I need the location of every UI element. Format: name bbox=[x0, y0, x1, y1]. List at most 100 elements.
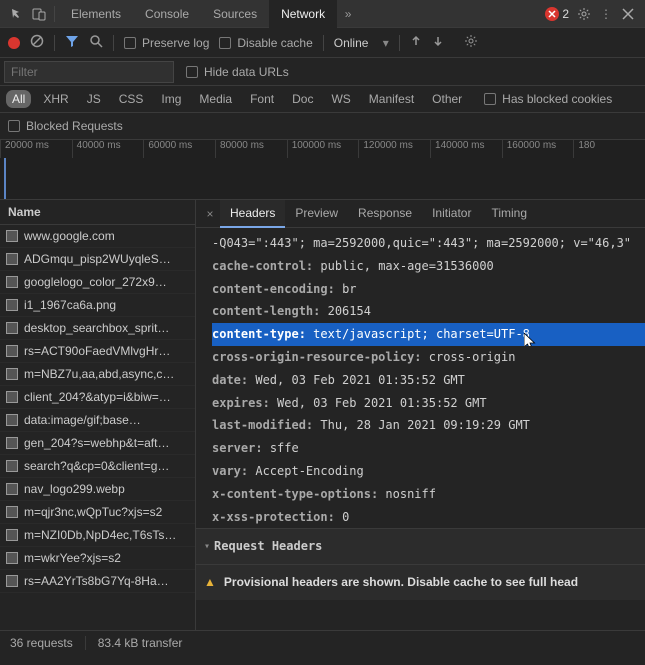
timeline-tick: 80000 ms bbox=[215, 140, 287, 158]
type-pill-css[interactable]: CSS bbox=[113, 90, 150, 108]
timeline-tick: 140000 ms bbox=[430, 140, 502, 158]
detail-tabs: × HeadersPreviewResponseInitiatorTiming bbox=[196, 200, 645, 228]
request-list: Name www.google.comADGmqu_pisp2WUyqleS…g… bbox=[0, 200, 196, 630]
request-item[interactable]: desktop_searchbox_sprit… bbox=[0, 317, 195, 340]
request-item[interactable]: data:image/gif;base… bbox=[0, 409, 195, 432]
timeline-tick: 20000 ms bbox=[0, 140, 72, 158]
chevron-down-icon: ▾ bbox=[383, 36, 389, 50]
request-item[interactable]: gen_204?s=webhp&t=aft… bbox=[0, 432, 195, 455]
timeline-tick: 180 bbox=[573, 140, 645, 158]
warning-icon: ▲ bbox=[204, 571, 216, 594]
response-header-row[interactable]: server: sffe bbox=[212, 437, 645, 460]
type-pill-other[interactable]: Other bbox=[426, 90, 468, 108]
response-header-row[interactable]: x-content-type-options: nosniff bbox=[212, 483, 645, 506]
devtools-tab-elements[interactable]: Elements bbox=[59, 0, 133, 28]
preserve-log-checkbox[interactable]: Preserve log bbox=[124, 36, 209, 50]
request-item[interactable]: www.google.com bbox=[0, 225, 195, 248]
kebab-menu-icon[interactable]: ⋮ bbox=[595, 3, 617, 25]
type-pill-font[interactable]: Font bbox=[244, 90, 280, 108]
file-icon bbox=[6, 368, 18, 380]
type-pill-xhr[interactable]: XHR bbox=[37, 90, 74, 108]
type-pill-js[interactable]: JS bbox=[81, 90, 107, 108]
download-har-icon[interactable] bbox=[432, 35, 444, 50]
file-icon bbox=[6, 299, 18, 311]
timeline-tick: 160000 ms bbox=[502, 140, 574, 158]
device-toggle-icon[interactable] bbox=[28, 3, 50, 25]
request-item[interactable]: rs=ACT90oFaedVMlvgHr… bbox=[0, 340, 195, 363]
devtools-tab-network[interactable]: Network bbox=[269, 0, 337, 28]
response-header-row[interactable]: content-type: text/javascript; charset=U… bbox=[212, 323, 645, 346]
disable-cache-checkbox[interactable]: Disable cache bbox=[219, 36, 312, 50]
record-button[interactable] bbox=[8, 37, 20, 49]
header-fragment: -Q043=":443"; ma=2592000,quic=":443"; ma… bbox=[212, 232, 645, 255]
file-icon bbox=[6, 345, 18, 357]
type-pill-ws[interactable]: WS bbox=[325, 90, 356, 108]
type-pill-doc[interactable]: Doc bbox=[286, 90, 319, 108]
error-count-badge[interactable]: 2 bbox=[541, 5, 573, 23]
column-header-name[interactable]: Name bbox=[0, 200, 195, 225]
detail-tab-timing[interactable]: Timing bbox=[481, 200, 537, 228]
devtools-tab-console[interactable]: Console bbox=[133, 0, 201, 28]
timeline-overview[interactable]: 20000 ms40000 ms60000 ms80000 ms100000 m… bbox=[0, 140, 645, 200]
request-item[interactable]: m=NZI0Db,NpD4ec,T6sTs… bbox=[0, 524, 195, 547]
settings-gear-icon[interactable] bbox=[573, 3, 595, 25]
timeline-tick: 100000 ms bbox=[287, 140, 359, 158]
request-headers-section[interactable]: ▾ Request Headers bbox=[196, 528, 645, 564]
request-item[interactable]: nav_logo299.webp bbox=[0, 478, 195, 501]
filter-icon[interactable] bbox=[65, 34, 79, 51]
has-blocked-cookies-checkbox[interactable]: Has blocked cookies bbox=[484, 92, 612, 106]
type-pill-img[interactable]: Img bbox=[155, 90, 187, 108]
file-icon bbox=[6, 391, 18, 403]
filter-input[interactable] bbox=[4, 61, 174, 83]
file-icon bbox=[6, 575, 18, 587]
request-item[interactable]: m=wkrYee?xjs=s2 bbox=[0, 547, 195, 570]
request-item[interactable]: rs=AA2YrTs8bG7Yq-8Ha… bbox=[0, 570, 195, 593]
request-item[interactable]: ADGmqu_pisp2WUyqleS… bbox=[0, 248, 195, 271]
response-header-row[interactable]: last-modified: Thu, 28 Jan 2021 09:19:29… bbox=[212, 414, 645, 437]
more-tabs-icon[interactable]: » bbox=[337, 3, 359, 25]
response-header-row[interactable]: content-encoding: br bbox=[212, 278, 645, 301]
close-devtools-icon[interactable] bbox=[617, 3, 639, 25]
response-header-row[interactable]: vary: Accept-Encoding bbox=[212, 460, 645, 483]
request-item[interactable]: search?q&cp=0&client=g… bbox=[0, 455, 195, 478]
response-header-row[interactable]: cross-origin-resource-policy: cross-orig… bbox=[212, 346, 645, 369]
request-item[interactable]: i1_1967ca6a.png bbox=[0, 294, 195, 317]
hide-data-urls-checkbox[interactable]: Hide data URLs bbox=[186, 65, 289, 79]
detail-tab-response[interactable]: Response bbox=[348, 200, 422, 228]
provisional-warning: ▲ Provisional headers are shown. Disable… bbox=[196, 564, 645, 600]
response-header-row[interactable]: date: Wed, 03 Feb 2021 01:35:52 GMT bbox=[212, 369, 645, 392]
response-header-row[interactable]: expires: Wed, 03 Feb 2021 01:35:52 GMT bbox=[212, 392, 645, 415]
inspect-icon[interactable] bbox=[6, 3, 28, 25]
timeline-tick: 40000 ms bbox=[72, 140, 144, 158]
type-pill-media[interactable]: Media bbox=[193, 90, 238, 108]
request-item[interactable]: googlelogo_color_272x9… bbox=[0, 271, 195, 294]
search-icon[interactable] bbox=[89, 34, 103, 51]
request-item[interactable]: client_204?&atyp=i&biw=… bbox=[0, 386, 195, 409]
blocked-requests-checkbox[interactable]: Blocked Requests bbox=[8, 119, 637, 133]
request-item[interactable]: m=NBZ7u,aa,abd,async,c… bbox=[0, 363, 195, 386]
file-icon bbox=[6, 506, 18, 518]
response-header-row[interactable]: cache-control: public, max-age=31536000 bbox=[212, 255, 645, 278]
request-item[interactable]: m=qjr3nc,wQpTuc?xjs=s2 bbox=[0, 501, 195, 524]
network-toolbar: Preserve log Disable cache Online ▾ bbox=[0, 28, 645, 58]
timeline-tick: 120000 ms bbox=[358, 140, 430, 158]
panel-settings-gear-icon[interactable] bbox=[464, 34, 478, 51]
response-header-row[interactable]: content-length: 206154 bbox=[212, 300, 645, 323]
type-pill-manifest[interactable]: Manifest bbox=[363, 90, 420, 108]
file-icon bbox=[6, 460, 18, 472]
response-header-row[interactable]: x-xss-protection: 0 bbox=[212, 506, 645, 529]
type-filter-row: All XHR JS CSS Img Media Font Doc WS Manifest Othe… bbox=[0, 86, 645, 113]
throttling-select[interactable]: Online bbox=[334, 36, 373, 50]
file-icon bbox=[6, 322, 18, 334]
detail-tab-initiator[interactable]: Initiator bbox=[422, 200, 481, 228]
detail-tab-preview[interactable]: Preview bbox=[285, 200, 348, 228]
clear-icon[interactable] bbox=[30, 34, 44, 51]
type-pill-all[interactable]: All bbox=[6, 90, 31, 108]
file-icon bbox=[6, 529, 18, 541]
close-detail-icon[interactable]: × bbox=[200, 207, 220, 221]
file-icon bbox=[6, 437, 18, 449]
blocked-requests-row: Blocked Requests bbox=[0, 113, 645, 140]
devtools-tab-sources[interactable]: Sources bbox=[201, 0, 269, 28]
upload-har-icon[interactable] bbox=[410, 35, 422, 50]
detail-tab-headers[interactable]: Headers bbox=[220, 200, 285, 228]
